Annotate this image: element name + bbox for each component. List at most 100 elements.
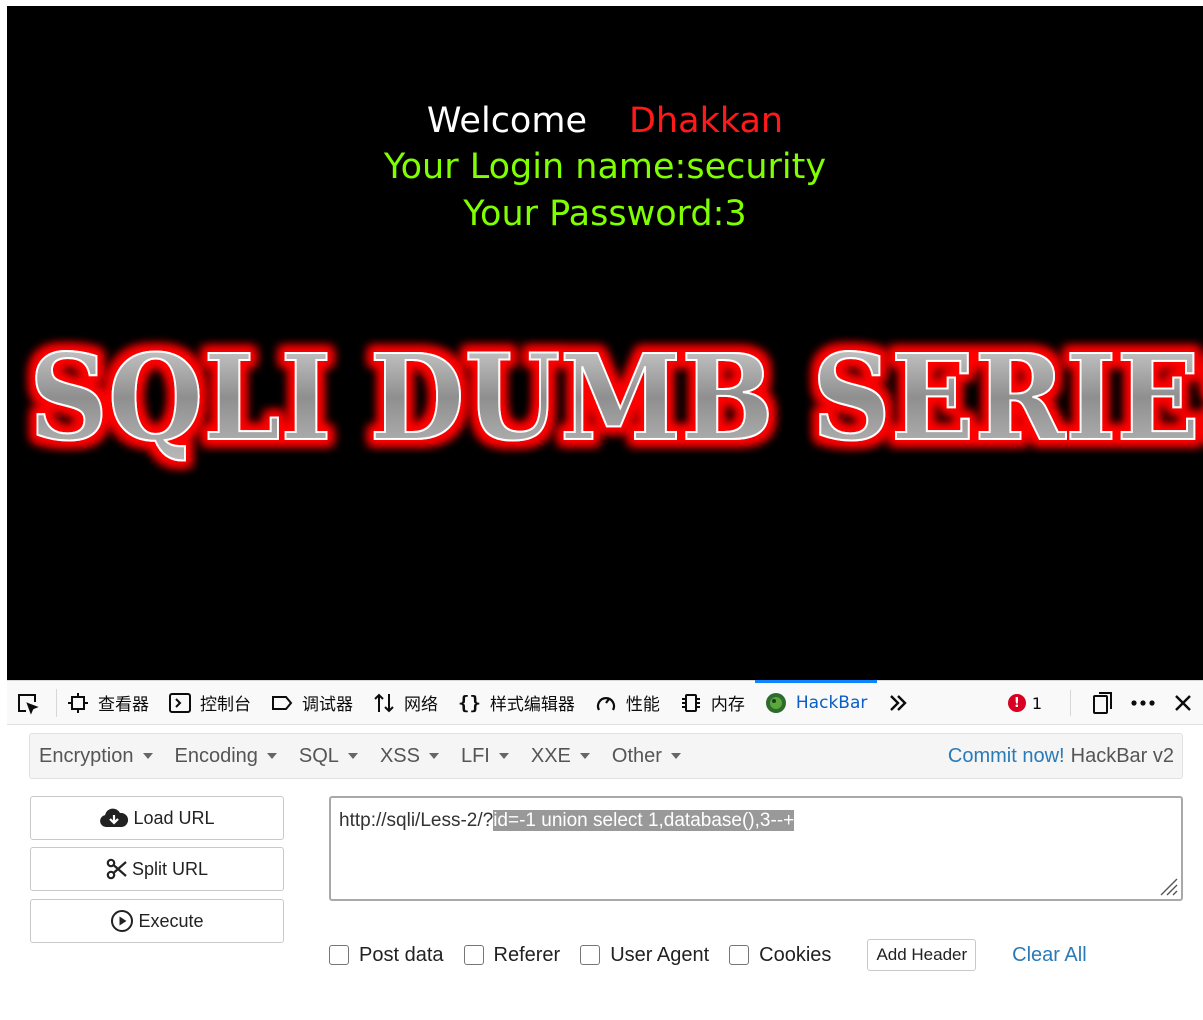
tab-console[interactable]: 控制台 [159,681,261,725]
cookies-label: Cookies [759,943,832,966]
debugger-icon [272,695,293,710]
more-options-button[interactable] [1123,681,1163,725]
resize-grip-icon[interactable] [1157,875,1179,897]
add-header-button[interactable]: Add Header [867,939,977,971]
split-url-button[interactable]: Split URL [30,847,284,891]
sqli-dumb-series-banner: SQLI DUMB SERIES [28,327,1203,468]
menu-encryption[interactable]: Encryption [30,745,166,768]
password-line: Your Password:3 [463,194,747,234]
commit-notice: Commit now! HackBar v2 [948,734,1174,778]
error-count-badge[interactable]: ! 1 [1007,693,1042,713]
request-options: Post data Referer User Agent Cookies Add… [329,938,1087,972]
checkbox-box[interactable] [580,945,601,965]
tab-style-editor-label: 样式编辑器 [489,695,575,715]
url-prefix-text: http://sqli/Less-2/? [339,810,494,831]
tab-memory-label: 内存 [710,695,745,715]
console-icon [169,692,191,713]
caret-down-icon [579,753,590,759]
menu-lfi-label: LFI [460,744,490,767]
menu-xxe-label: XXE [530,744,571,767]
style-editor-icon: {} [458,691,481,714]
menu-xxe[interactable]: XXE [522,745,603,768]
caret-down-icon [266,753,277,759]
tab-performance-label: 性能 [625,695,660,715]
post-data-label: Post data [359,943,444,966]
memory-icon [681,693,700,712]
tab-style-editor[interactable]: {} 样式编辑器 [448,681,585,725]
caret-down-icon [142,753,153,759]
cloud-download-icon [100,808,129,827]
menu-encoding-label: Encoding [174,744,258,767]
tab-network-label: 网络 [404,695,438,715]
banner-text: SQLI DUMB SERIES [29,328,1203,467]
clear-all-link[interactable]: Clear All [1012,944,1086,967]
split-url-label: Split URL [131,858,209,879]
caret-down-icon [670,753,681,759]
element-picker-button[interactable] [7,688,57,717]
url-textarea[interactable]: http://sqli/Less-2/?id=-1 union select 1… [329,796,1183,901]
responsive-design-icon [1093,692,1112,714]
caret-down-icon [347,753,358,759]
tab-console-label: 控制台 [200,695,251,715]
tab-inspector-label: 查看器 [98,695,149,715]
responsive-design-button[interactable] [1083,681,1123,725]
scissors-icon [106,858,127,880]
referer-label: Referer [493,943,561,966]
hackbar-menu: Encryption Encoding SQL XSS LFI XXE Othe… [29,733,1183,779]
url-selected-text: id=-1 union select 1,database(),3--+ [493,810,795,831]
devtools-toolbar: 查看器 控制台 调试器 网络 {} 样式编辑器 性能 内存 HackBar ! … [7,679,1203,725]
tab-network[interactable]: 网络 [363,681,448,725]
execute-button[interactable]: Execute [30,899,284,943]
hackbar-version-label: HackBar v2 [1070,744,1174,767]
menu-lfi[interactable]: LFI [452,745,522,768]
user-agent-label: User Agent [610,943,710,966]
tab-hackbar-label: HackBar [795,692,868,713]
caret-down-icon [428,753,439,759]
checkbox-box[interactable] [463,945,484,965]
cookies-checkbox[interactable]: Cookies [729,944,831,967]
chevron-double-right-icon [890,694,908,711]
toolbar-divider [1070,690,1071,716]
menu-other[interactable]: Other [603,745,694,768]
menu-xss[interactable]: XSS [371,745,452,768]
welcome-label: Welcome [426,101,587,141]
menu-xss-label: XSS [379,744,420,767]
commit-now-link[interactable]: Commit now! [948,745,1065,768]
hackbar-icon [765,692,786,713]
more-tabs-button[interactable] [877,681,928,725]
load-url-label: Load URL [133,807,215,828]
welcome-line: Welcome Dhakkan [7,98,1203,144]
menu-sql[interactable]: SQL [290,745,371,768]
page-viewport: Welcome Dhakkan Your Login name:security … [7,6,1203,680]
login-name-line: Your Login name:security [383,147,827,187]
inspector-icon [68,692,88,713]
error-count: 1 [1031,693,1042,713]
performance-icon [596,696,615,711]
user-agent-checkbox[interactable]: User Agent [580,944,709,967]
caret-down-icon [498,753,509,759]
menu-sql-label: SQL [298,744,339,767]
checkbox-box[interactable] [729,945,750,965]
welcome-name: Dhakkan [628,101,784,141]
ellipsis-icon [1131,700,1155,706]
error-icon: ! [1007,694,1026,712]
checkbox-box[interactable] [329,945,349,965]
referer-checkbox[interactable]: Referer [463,943,561,967]
hackbar-panel: Encryption Encoding SQL XSS LFI XXE Othe… [7,725,1203,1020]
tab-performance[interactable]: 性能 [585,681,670,725]
element-picker-icon [18,693,39,715]
post-data-checkbox[interactable]: Post data [329,944,444,967]
play-circle-icon [111,910,134,932]
tab-inspector[interactable]: 查看器 [57,681,159,725]
tab-hackbar[interactable]: HackBar [754,679,878,725]
close-devtools-button[interactable] [1163,681,1203,725]
tab-memory[interactable]: 内存 [670,681,755,725]
tab-debugger[interactable]: 调试器 [261,681,363,725]
load-url-button[interactable]: Load URL [30,796,284,840]
network-icon [374,693,394,712]
menu-encryption-label: Encryption [39,744,134,767]
menu-other-label: Other [611,744,662,767]
close-icon [1175,695,1191,711]
execute-label: Execute [138,910,204,931]
menu-encoding[interactable]: Encoding [166,745,290,768]
